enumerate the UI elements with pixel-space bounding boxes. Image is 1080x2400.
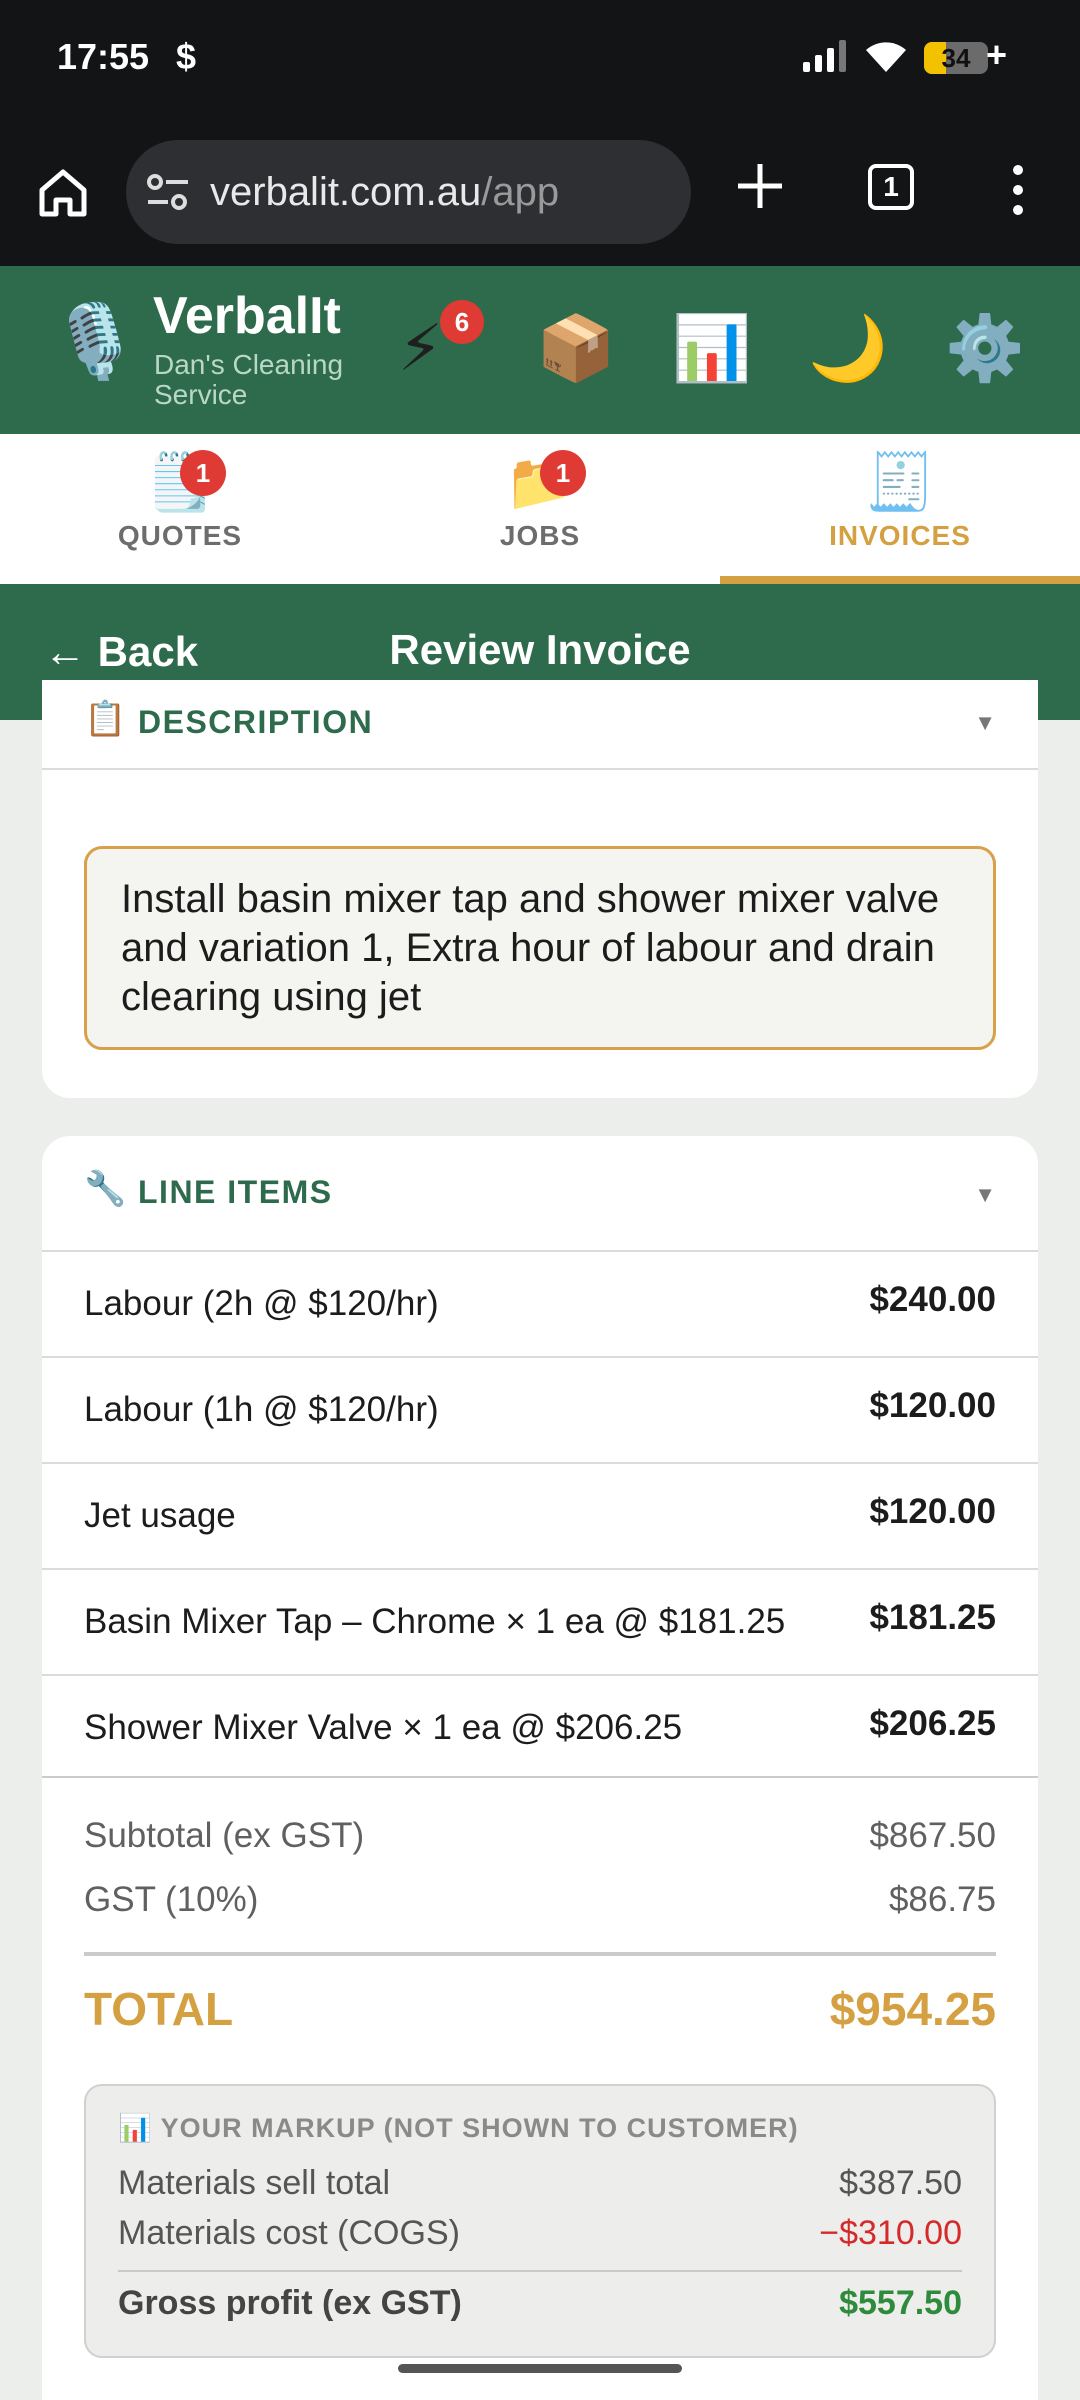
site-settings-icon[interactable] <box>146 172 190 212</box>
materials-sell-row: Materials sell total $387.50 <box>118 2164 962 2203</box>
clipboard-icon: 📋 <box>84 700 127 738</box>
tab-switcher-button[interactable]: 1 <box>868 164 914 210</box>
quotes-badge: 1 <box>180 450 226 496</box>
new-tab-icon[interactable] <box>734 160 786 212</box>
divider <box>84 1952 996 1956</box>
notepad-icon: 🗒️ <box>145 450 215 513</box>
tab-label: JOBS <box>499 520 581 551</box>
divider <box>118 2270 962 2272</box>
business-name: Dan's Cleaning Service <box>154 349 344 410</box>
tab-quotes[interactable]: 🗒️ 1 QUOTES <box>0 434 360 584</box>
gst-value: $86.75 <box>888 1880 996 1919</box>
gross-profit-value: $557.50 <box>839 2284 962 2322</box>
subtotal-row: Subtotal (ex GST) $867.50 <box>84 1816 996 1856</box>
gst-label: GST (10%) <box>84 1880 259 1919</box>
gst-row: GST (10%) $86.75 <box>84 1880 996 1920</box>
line-item[interactable]: Jet usage $120.00 <box>42 1462 1038 1568</box>
status-time: 17:55 <box>57 36 150 77</box>
section-title: LINE ITEMS <box>138 1174 333 1210</box>
lightning-icon[interactable]: ⚡ <box>398 316 443 380</box>
line-item-description: Labour (1h @ $120/hr) <box>84 1390 439 1429</box>
description-card: 📋 DESCRIPTION ▼ Install basin mixer tap … <box>42 680 1038 1098</box>
microphone-icon: 🎙️ <box>50 302 140 382</box>
materials-cost-row: Materials cost (COGS) −$310.00 <box>118 2214 962 2253</box>
total-label: TOTAL <box>84 1983 234 2035</box>
tab-invoices[interactable]: 🧾 INVOICES <box>720 434 1080 584</box>
active-tab-indicator <box>720 576 1080 584</box>
gesture-bar[interactable] <box>398 2364 682 2373</box>
materials-cost-value: −$310.00 <box>819 2214 962 2252</box>
back-button[interactable]: ← Back <box>44 628 198 676</box>
tab-label: QUOTES <box>117 520 243 551</box>
description-header[interactable]: 📋 DESCRIPTION ▼ <box>42 680 1038 770</box>
section-title: DESCRIPTION <box>138 704 374 740</box>
package-icon[interactable]: 📦 <box>536 316 616 380</box>
total-row: TOTAL $954.25 <box>84 1982 996 2036</box>
bar-chart-icon[interactable]: 📊 <box>672 316 752 380</box>
line-item-description: Basin Mixer Tap – Chrome × 1 ea @ $181.2… <box>84 1602 786 1641</box>
materials-cost-label: Materials cost (COGS) <box>118 2214 460 2252</box>
home-icon[interactable] <box>36 166 90 220</box>
line-item[interactable]: Labour (2h @ $120/hr) $240.00 <box>42 1250 1038 1356</box>
gross-profit-row: Gross profit (ex GST) $557.50 <box>118 2284 962 2323</box>
line-item[interactable]: Labour (1h @ $120/hr) $120.00 <box>42 1356 1038 1462</box>
wifi-icon <box>866 42 906 72</box>
line-item-description: Jet usage <box>84 1496 236 1535</box>
subtotal-value: $867.50 <box>869 1816 996 1855</box>
main-tabs: 🗒️ 1 QUOTES 📁 1 JOBS 🧾 INVOICES <box>0 434 1080 584</box>
line-items-card: 🔧 LINE ITEMS ▼ Labour (2h @ $120/hr) $24… <box>42 1136 1038 2400</box>
line-item-description: Shower Mixer Valve × 1 ea @ $206.25 <box>84 1708 683 1747</box>
line-item-description: Labour (2h @ $120/hr) <box>84 1284 439 1323</box>
line-items-header[interactable]: 🔧 LINE ITEMS ▼ <box>42 1136 1038 1250</box>
tab-label: INVOICES <box>829 520 971 551</box>
line-item[interactable]: Basin Mixer Tap – Chrome × 1 ea @ $181.2… <box>42 1568 1038 1674</box>
receipt-icon: 🧾 <box>865 450 935 513</box>
browser-toolbar: verbalit.com.au/app 1 <box>0 118 1080 266</box>
markup-heading: 📊 YOUR MARKUP (NOT SHOWN TO CUSTOMER) <box>118 2113 799 2143</box>
moon-icon[interactable]: 🌙 <box>808 316 888 380</box>
collapse-caret-icon[interactable]: ▼ <box>974 1182 996 1208</box>
materials-sell-label: Materials sell total <box>118 2164 391 2202</box>
line-item-amount: $206.25 <box>869 1704 996 1743</box>
status-bar: 17:55 $ 34 + <box>0 0 1080 118</box>
battery-level: 34 <box>941 43 971 73</box>
address-bar[interactable]: verbalit.com.au/app <box>126 140 691 244</box>
markup-panel: 📊 YOUR MARKUP (NOT SHOWN TO CUSTOMER) Ma… <box>84 2084 996 2358</box>
line-item-amount: $240.00 <box>869 1280 996 1319</box>
subtotal-label: Subtotal (ex GST) <box>84 1816 365 1855</box>
gear-icon[interactable]: ⚙️ <box>945 316 1025 380</box>
more-options-icon[interactable] <box>1000 162 1036 218</box>
line-item-amount: $120.00 <box>869 1492 996 1531</box>
collapse-caret-icon[interactable]: ▼ <box>974 710 996 736</box>
wrench-icon: 🔧 <box>84 1170 127 1208</box>
bar-chart-icon: 📊 <box>118 2113 153 2143</box>
line-item[interactable]: Shower Mixer Valve × 1 ea @ $206.25 $206… <box>42 1674 1038 1780</box>
signal-icon <box>803 40 846 72</box>
folder-icon: 📁 <box>505 450 575 513</box>
url-text: verbalit.com.au/app <box>210 170 560 214</box>
tab-jobs[interactable]: 📁 1 JOBS <box>360 434 720 584</box>
dollar-icon: $ <box>176 36 197 77</box>
line-item-amount: $181.25 <box>869 1598 996 1637</box>
app-header: 🎙️ VerbalIt Dan's Cleaning Service ⚡ 6 📦… <box>0 266 1080 434</box>
charging-icon: + <box>986 34 1008 75</box>
lightning-badge: 6 <box>440 300 484 344</box>
total-value: $954.25 <box>829 1983 996 2035</box>
materials-sell-value: $387.50 <box>839 2164 962 2202</box>
app-logo-text: VerbalIt <box>153 287 341 345</box>
jobs-badge: 1 <box>540 450 586 496</box>
description-text[interactable]: Install basin mixer tap and shower mixer… <box>84 846 996 1050</box>
gross-profit-label: Gross profit (ex GST) <box>118 2284 462 2322</box>
divider <box>42 1776 1038 1778</box>
line-item-amount: $120.00 <box>869 1386 996 1425</box>
battery-icon: 34 <box>924 42 988 74</box>
